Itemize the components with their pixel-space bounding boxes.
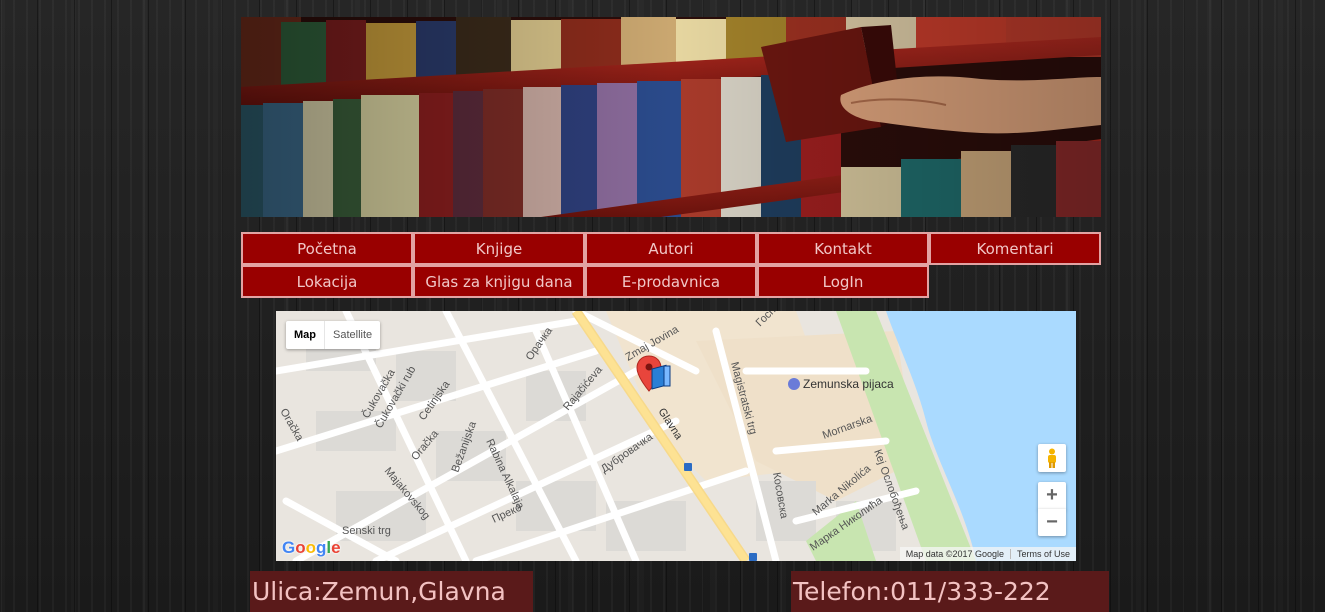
nav-item-lokacija[interactable]: Lokacija [241, 265, 413, 298]
bookshelf-illustration [241, 17, 1101, 217]
nav-item-komentari[interactable]: Komentari [929, 232, 1101, 265]
google-logo-letter: G [282, 538, 296, 557]
nav-item-pocetna[interactable]: Početna [241, 232, 413, 265]
street-label-senski-trg: Senski trg [342, 525, 391, 537]
main-navigation: Početna Knjige Autori Kontakt Komentari … [241, 232, 1105, 298]
nav-item-login[interactable]: LogIn [757, 265, 929, 298]
map-canvas[interactable]: Čukovačka Čukovački rub Cetinjska Oračka… [276, 311, 1076, 561]
location-map[interactable]: Čukovačka Čukovački rub Cetinjska Oračka… [276, 311, 1076, 561]
map-attribution-bar: Map data ©2017 Google Terms of Use [899, 547, 1076, 561]
nav-row-2: Lokacija Glas za knjigu dana E-prodavnic… [241, 265, 1105, 298]
nav-item-glas-za-knjigu-dana[interactable]: Glas za knjigu dana [413, 265, 585, 298]
zoom-in-button[interactable]: + [1038, 482, 1066, 510]
header-banner-image [241, 17, 1101, 217]
google-logo-letter: g [316, 538, 327, 557]
map-terms-link[interactable]: Terms of Use [1011, 549, 1076, 559]
google-logo-letter: e [331, 538, 341, 557]
nav-item-e-prodavnica[interactable]: E-prodavnica [585, 265, 757, 298]
nav-item-autori[interactable]: Autori [585, 232, 757, 265]
map-type-satellite-button[interactable]: Satellite [325, 321, 380, 349]
google-logo: Google [282, 538, 341, 558]
map-type-control: Map Satellite [286, 321, 381, 349]
map-type-map-button[interactable]: Map [286, 321, 325, 349]
contact-phone: Telefon:011/333-222 [791, 571, 1109, 612]
google-logo-letter: o [305, 538, 317, 557]
contact-address: Ulica:Zemun,Glavna [250, 571, 533, 612]
nav-item-kontakt[interactable]: Kontakt [757, 232, 929, 265]
street-view-pegman-button[interactable] [1038, 444, 1066, 472]
poi-label-zemunska-pijaca: Zemunska pijaca [803, 377, 894, 391]
google-logo-letter: o [295, 538, 306, 557]
pegman-icon [1048, 448, 1056, 468]
map-attribution-text: Map data ©2017 Google [905, 549, 1004, 559]
nav-row-1: Početna Knjige Autori Kontakt Komentari [241, 232, 1105, 265]
zoom-out-button[interactable]: − [1038, 509, 1066, 536]
nav-item-knjige[interactable]: Knjige [413, 232, 585, 265]
